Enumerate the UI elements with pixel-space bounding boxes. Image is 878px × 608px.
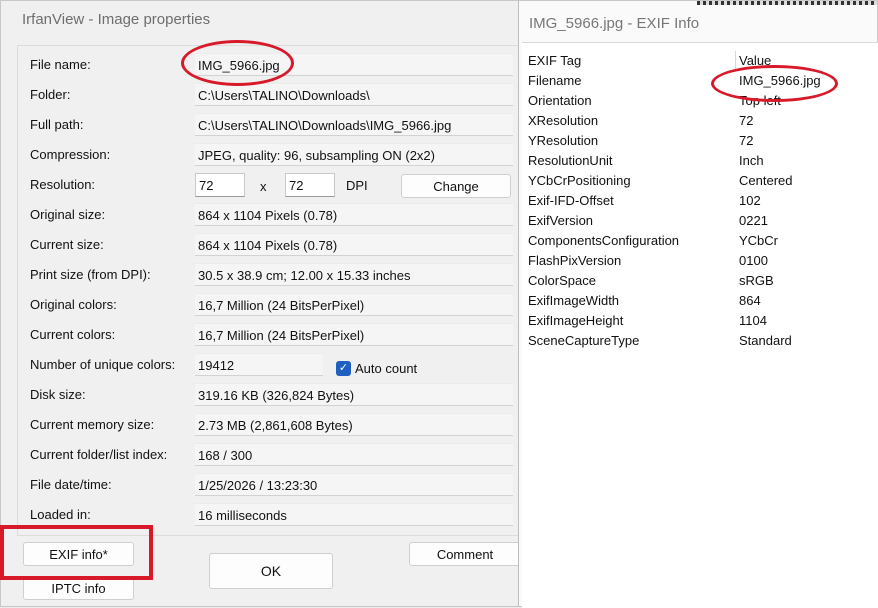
exif-value-cell: sRGB	[739, 273, 774, 288]
print-size-value[interactable]: 30.5 x 38.9 cm; 12.00 x 15.33 inches	[195, 263, 513, 286]
exif-value-cell: IMG_5966.jpg	[739, 73, 821, 88]
current-colors-label: Current colors:	[30, 327, 116, 342]
exif-tag-cell: Filename	[528, 73, 582, 88]
folder-index-label: Current folder/list index:	[30, 447, 168, 462]
resolution-unit: DPI	[346, 178, 368, 193]
exif-info-button[interactable]: EXIF info*	[23, 542, 134, 566]
original-colors-value[interactable]: 16,7 Million (24 BitsPerPixel)	[195, 293, 513, 316]
current-size-value[interactable]: 864 x 1104 Pixels (0.78)	[195, 233, 513, 256]
resolution-x-input[interactable]: 72	[195, 173, 245, 197]
file-datetime-value[interactable]: 1/25/2026 / 13:23:30	[195, 473, 513, 496]
exif-value-cell: 1104	[739, 313, 767, 328]
folder-index-value[interactable]: 168 / 300	[195, 443, 513, 466]
exif-tag-cell: ExifVersion	[528, 213, 594, 228]
loaded-in-value[interactable]: 16 milliseconds	[195, 503, 513, 526]
exif-row[interactable]: ColorSpace sRGB	[522, 271, 878, 291]
exif-value-cell: Top left	[739, 93, 781, 108]
memory-size-label: Current memory size:	[30, 417, 155, 432]
full-path-value[interactable]: C:\Users\TALINO\Downloads\IMG_5966.jpg	[195, 113, 513, 136]
auto-count-checkbox[interactable]: ✓	[336, 361, 351, 376]
original-colors-label: Original colors:	[30, 297, 117, 312]
exif-value-column-header[interactable]: Value	[739, 53, 771, 68]
exif-row[interactable]: ExifVersion 0221	[522, 211, 878, 231]
ok-button[interactable]: OK	[209, 553, 333, 589]
resolution-y-input[interactable]: 72	[285, 173, 335, 197]
disk-size-label: Disk size:	[30, 387, 86, 402]
auto-count-label[interactable]: Auto count	[355, 361, 417, 376]
exif-tag-cell: FlashPixVersion	[528, 253, 622, 268]
properties-title: IrfanView - Image properties	[22, 11, 211, 28]
exif-row[interactable]: ExifImageWidth 864	[522, 291, 878, 311]
exif-tag-column-header[interactable]: EXIF Tag	[528, 53, 581, 68]
exif-row[interactable]: ResolutionUnit Inch	[522, 151, 878, 171]
exif-tag-cell: ColorSpace	[528, 273, 596, 288]
exif-tag-cell: YCbCrPositioning	[528, 173, 631, 188]
file-name-value[interactable]: IMG_5966.jpg	[195, 53, 513, 76]
exif-row[interactable]: Orientation Top left	[522, 91, 878, 111]
current-size-label: Current size:	[30, 237, 104, 252]
exif-tag-cell: ComponentsConfiguration	[528, 233, 680, 248]
exif-row[interactable]: Filename IMG_5966.jpg	[522, 71, 878, 91]
exif-tag-cell: Exif-IFD-Offset	[528, 193, 614, 208]
exif-row[interactable]: YResolution 72	[522, 131, 878, 151]
exif-table-header: EXIF Tag Value	[522, 51, 878, 71]
exif-tag-cell: YResolution	[528, 133, 599, 148]
exif-row[interactable]: SceneCaptureType Standard	[522, 331, 878, 351]
exif-tag-cell: XResolution	[528, 113, 599, 128]
column-divider[interactable]	[735, 51, 736, 71]
print-size-label: Print size (from DPI):	[30, 267, 151, 282]
exif-row[interactable]: FlashPixVersion 0100	[522, 251, 878, 271]
unique-colors-value[interactable]: 19412	[195, 353, 323, 376]
resolution-label: Resolution:	[30, 177, 96, 192]
exif-tag-cell: Orientation	[528, 93, 592, 108]
file-datetime-label: File date/time:	[30, 477, 112, 492]
full-path-label: Full path:	[30, 117, 84, 132]
exif-value-cell: 72	[739, 113, 754, 128]
exif-tag-cell: SceneCaptureType	[528, 333, 640, 348]
exif-row[interactable]: ComponentsConfiguration YCbCr	[522, 231, 878, 251]
memory-size-value[interactable]: 2.73 MB (2,861,608 Bytes)	[195, 413, 513, 436]
folder-value[interactable]: C:\Users\TALINO\Downloads\	[195, 83, 513, 106]
file-name-label: File name:	[30, 57, 91, 72]
resolution-separator: x	[260, 179, 267, 194]
iptc-info-button[interactable]: IPTC info	[23, 576, 134, 600]
exif-tag-cell: ExifImageHeight	[528, 313, 624, 328]
exif-row[interactable]: ExifImageHeight 1104	[522, 311, 878, 331]
exif-value-cell: 72	[739, 133, 754, 148]
exif-value-cell: Inch	[739, 153, 764, 168]
exif-value-cell: 102	[739, 193, 761, 208]
current-colors-value[interactable]: 16,7 Million (24 BitsPerPixel)	[195, 323, 513, 346]
unique-colors-label: Number of unique colors:	[30, 357, 176, 372]
original-size-label: Original size:	[30, 207, 106, 222]
exif-value-cell: 0100	[739, 253, 768, 268]
disk-size-value[interactable]: 319.16 KB (326,824 Bytes)	[195, 383, 513, 406]
exif-info-window: IMG_5966.jpg - EXIF Info EXIF Tag Value …	[518, 0, 878, 608]
folder-label: Folder:	[30, 87, 71, 102]
original-size-value[interactable]: 864 x 1104 Pixels (0.78)	[195, 203, 513, 226]
exif-value-cell: 864	[739, 293, 761, 308]
exif-value-cell: YCbCr	[739, 233, 779, 248]
exif-tag-cell: ResolutionUnit	[528, 153, 613, 168]
exif-row[interactable]: Exif-IFD-Offset 102	[522, 191, 878, 211]
exif-value-cell: Centered	[739, 173, 793, 188]
exif-value-cell: 0221	[739, 213, 768, 228]
exif-tag-cell: ExifImageWidth	[528, 293, 620, 308]
comment-button[interactable]: Comment	[409, 542, 521, 566]
compression-value[interactable]: JPEG, quality: 96, subsampling ON (2x2)	[195, 143, 513, 166]
exif-row[interactable]: YCbCrPositioning Centered	[522, 171, 878, 191]
change-button[interactable]: Change	[401, 174, 511, 198]
loaded-in-label: Loaded in:	[30, 507, 91, 522]
exif-title: IMG_5966.jpg - EXIF Info	[519, 5, 877, 43]
image-properties-window: IrfanView - Image properties File name: …	[0, 0, 524, 607]
exif-row[interactable]: XResolution 72	[522, 111, 878, 131]
compression-label: Compression:	[30, 147, 111, 162]
exif-table: EXIF Tag Value Filename IMG_5966.jpg Orien…	[522, 42, 878, 608]
exif-value-cell: Standard	[739, 333, 792, 348]
